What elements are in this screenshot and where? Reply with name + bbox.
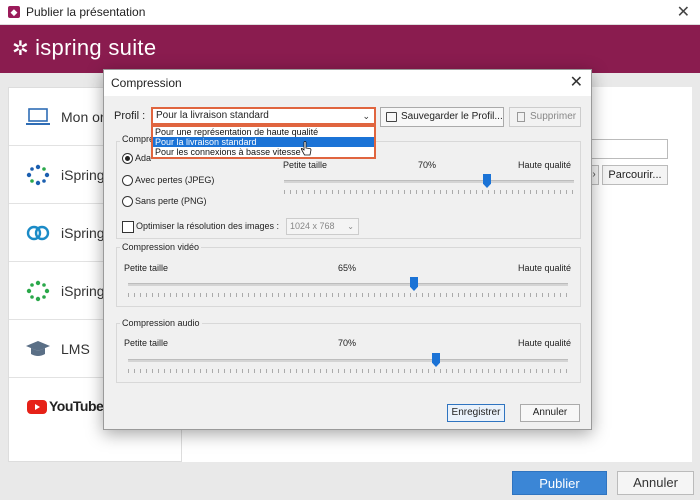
adaptive-radio[interactable]: Ada (122, 153, 151, 164)
laptop-icon (26, 108, 50, 125)
image-slider-value: 70% (418, 160, 437, 170)
profile-option-low-speed[interactable]: Pour les connexions à basse vitesse (153, 147, 374, 157)
sidebar-item-label: iSpring (61, 283, 105, 299)
graduation-cap-icon (26, 341, 50, 356)
save-disk-icon (386, 112, 397, 122)
youtube-icon (27, 400, 47, 414)
audio-compression-group (116, 323, 581, 383)
ispring-space-icon (26, 225, 50, 241)
brand-bar: ✲ ispring suite (0, 25, 700, 73)
image-slider-min-label: Petite taille (283, 160, 328, 170)
profile-option-standard[interactable]: Pour la livraison standard (153, 137, 374, 147)
audio-group-legend: Compression audio (120, 318, 202, 328)
profile-dropdown-list: Pour une représentation de haute qualité… (151, 125, 376, 159)
profile-select[interactable]: Pour la livraison standard ⌄ (151, 107, 376, 125)
profile-selected-value: Pour la livraison standard (156, 110, 269, 121)
save-profile-label: Sauvegarder le Profil... (401, 111, 503, 122)
image-slider-max-label: Haute qualité (518, 160, 572, 170)
image-quality-slider-track[interactable] (284, 180, 574, 183)
delete-label: Supprimer (530, 111, 577, 122)
chevron-down-icon: ⌄ (362, 111, 370, 121)
publish-button[interactable]: Publier (512, 471, 607, 495)
compression-dialog: Compression ✕ Profil : Pour la livraison… (103, 69, 592, 430)
window-title: Publier la présentation (26, 5, 146, 19)
dialog-title: Compression (111, 76, 182, 90)
resolution-select[interactable]: 1024 x 768 ⌄ (286, 218, 359, 235)
video-slider-min-label: Petite taille (124, 263, 169, 273)
ispring-logo: ✲ ispring suite (12, 35, 156, 61)
video-compression-group (116, 247, 581, 307)
audio-quality-slider-track[interactable] (128, 359, 568, 362)
audio-slider-min-label: Petite taille (124, 338, 169, 348)
lossy-jpeg-radio[interactable]: Avec pertes (JPEG) (122, 175, 214, 186)
browse-button[interactable]: Parcourir... (602, 165, 668, 185)
window-titlebar: ◆ Publier la présentation ✕ (0, 0, 700, 25)
profile-label: Profil : (114, 110, 146, 122)
video-group-legend: Compression vidéo (120, 242, 202, 252)
image-slider-ticks (284, 190, 574, 194)
dialog-titlebar: Compression ✕ (104, 70, 591, 96)
logo-text: ispring suite (35, 35, 157, 60)
main-cancel-button[interactable]: Annuler (617, 471, 694, 495)
folder-path-input[interactable] (590, 139, 668, 159)
hand-cursor-icon (300, 141, 312, 156)
lossless-png-radio[interactable]: Sans perte (PNG) (122, 196, 207, 207)
dialog-close-icon[interactable]: ✕ (570, 72, 583, 92)
sidebar-item-label: Mon or (61, 109, 105, 125)
audio-slider-ticks (128, 369, 568, 373)
youtube-wordmark: YouTube (49, 398, 104, 414)
chevron-down-icon: ⌄ (347, 222, 354, 231)
optimize-resolution-checkbox[interactable]: Optimiser la résolution des images : (122, 221, 279, 233)
video-slider-max-label: Haute qualité (518, 263, 572, 273)
video-slider-value: 65% (338, 263, 357, 273)
video-quality-slider-track[interactable] (128, 283, 568, 286)
sidebar-item-label: LMS (61, 341, 90, 357)
resolution-value: 1024 x 768 (290, 221, 335, 231)
audio-slider-value: 70% (338, 338, 357, 348)
ispring-spark-icon: ✲ (12, 38, 30, 60)
trash-icon (517, 112, 525, 122)
sidebar-item-label: iSpring (61, 167, 105, 183)
delete-profile-button[interactable]: Supprimer (509, 107, 581, 127)
video-slider-ticks (128, 293, 568, 297)
sidebar-item-label: iSpring (61, 225, 105, 241)
ispring-learn-icon (26, 280, 50, 302)
profile-option-high-quality[interactable]: Pour une représentation de haute qualité (153, 127, 374, 137)
app-icon: ◆ (8, 6, 20, 18)
save-profile-button[interactable]: Sauvegarder le Profil... (380, 107, 504, 127)
window-close-icon[interactable]: ✕ (677, 2, 690, 22)
ispring-cloud-icon (26, 164, 50, 186)
save-button[interactable]: Enregistrer (447, 404, 505, 422)
cancel-button[interactable]: Annuler (520, 404, 580, 422)
audio-slider-max-label: Haute qualité (518, 338, 572, 348)
